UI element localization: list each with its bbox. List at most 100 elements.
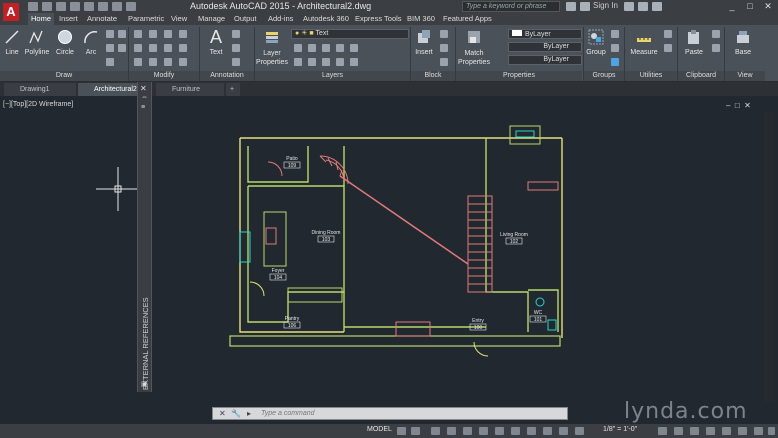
save-icon[interactable]	[56, 2, 66, 11]
workspace-switch-icon[interactable]	[658, 427, 667, 435]
layer-tool-4-icon[interactable]	[336, 44, 344, 52]
tab-manage[interactable]: Manage	[195, 13, 228, 25]
scale-icon[interactable]	[149, 58, 157, 66]
dimension-icon[interactable]	[232, 30, 240, 38]
undo-icon[interactable]	[98, 2, 108, 11]
units-icon[interactable]	[690, 427, 699, 435]
layer-tool-2-icon[interactable]	[308, 44, 316, 52]
panel-view-title[interactable]: View	[725, 71, 765, 81]
layer-tool-9-icon[interactable]	[336, 58, 344, 66]
object-snap-tracking-icon[interactable]	[495, 427, 504, 435]
clean-screen-icon[interactable]	[754, 427, 763, 435]
color-dropdown[interactable]: ByLayer	[508, 29, 582, 39]
workspace-icon[interactable]	[126, 2, 136, 11]
tab-express-tools[interactable]: Express Tools	[352, 13, 405, 25]
move-icon[interactable]	[134, 30, 142, 38]
layer-dropdown[interactable]: ● ☀ ■ Text	[291, 29, 409, 39]
arc-button-label[interactable]: Arc	[80, 49, 102, 56]
create-block-icon[interactable]	[440, 30, 448, 38]
paste-button-label[interactable]: Paste	[682, 49, 706, 56]
transparency-icon[interactable]	[543, 427, 552, 435]
palette-settings-icon[interactable]: ≡	[141, 104, 145, 111]
isolate-objects-icon[interactable]	[722, 427, 731, 435]
model-space-button[interactable]: MODEL	[367, 426, 392, 433]
palette-autohide-icon[interactable]: ⇔	[141, 94, 148, 101]
vertical-scrollbar[interactable]	[764, 112, 774, 402]
customization-icon[interactable]	[768, 427, 775, 435]
exchange-icon[interactable]	[624, 2, 634, 11]
snap-icon[interactable]	[411, 427, 420, 435]
tab-annotate[interactable]: Annotate	[84, 13, 120, 25]
group-button-label[interactable]: Group	[584, 49, 608, 56]
new-icon[interactable]	[28, 2, 38, 11]
layer-tool-5-icon[interactable]	[350, 44, 358, 52]
annotation-monitor-icon[interactable]	[674, 427, 683, 435]
rectangle-icon[interactable]	[106, 30, 114, 38]
file-tab-drawing1[interactable]: Drawing1	[4, 83, 76, 96]
layer-tool-7-icon[interactable]	[308, 58, 316, 66]
plot-icon[interactable]	[84, 2, 94, 11]
quick-properties-icon[interactable]	[706, 427, 715, 435]
save-as-icon[interactable]	[70, 2, 80, 11]
draw-more-icon[interactable]	[118, 30, 126, 38]
line-button-label[interactable]: Line	[2, 49, 22, 56]
minimize-button[interactable]: _	[724, 0, 740, 12]
open-icon[interactable]	[42, 2, 52, 11]
gradient-icon[interactable]	[106, 58, 114, 66]
close-command-icon[interactable]: ✕	[219, 409, 226, 418]
panel-properties-title[interactable]: Properties	[456, 71, 582, 81]
new-tab-button[interactable]: +	[226, 83, 240, 96]
hardware-acceleration-icon[interactable]	[738, 427, 747, 435]
hatch-icon[interactable]	[106, 44, 114, 52]
explode-icon[interactable]	[179, 44, 187, 52]
insert-block-icon[interactable]	[416, 29, 432, 45]
floor-plan-drawing[interactable]: Patio 109 Dining Room 103 Living Room 10…	[228, 122, 573, 360]
redo-icon[interactable]	[112, 2, 122, 11]
group-selection-icon[interactable]	[611, 58, 619, 66]
array-icon[interactable]	[164, 58, 172, 66]
tab-bim-360[interactable]: BIM 360	[404, 13, 438, 25]
layer-tool-10-icon[interactable]	[350, 58, 358, 66]
leader-icon[interactable]	[232, 44, 240, 52]
customize-icon[interactable]: 🔧	[231, 409, 241, 418]
table-icon[interactable]	[232, 58, 240, 66]
panel-modify-title[interactable]: Modify	[129, 71, 199, 81]
text-icon[interactable]: A	[206, 27, 226, 48]
lineweight-dropdown[interactable]: ByLayer	[508, 55, 582, 65]
copy-clip-icon[interactable]	[712, 44, 720, 52]
tab-add-ins[interactable]: Add-ins	[265, 13, 296, 25]
polyline-button-label[interactable]: Polyline	[22, 49, 52, 56]
panel-draw-title[interactable]: Draw	[0, 71, 128, 81]
match-properties-icon[interactable]	[466, 29, 482, 45]
viewport-window-controls[interactable]: – □ ✕	[726, 101, 751, 110]
match-properties-label[interactable]: Match Properties	[456, 49, 492, 67]
infer-icon[interactable]	[431, 427, 440, 435]
layer-tool-8-icon[interactable]	[322, 58, 330, 66]
copy-icon[interactable]	[134, 44, 142, 52]
circle-button-label[interactable]: Circle	[52, 49, 78, 56]
base-button-label[interactable]: Base	[731, 49, 755, 56]
help-icon[interactable]	[652, 2, 662, 11]
circle-icon[interactable]	[57, 29, 73, 45]
binoculars-icon[interactable]	[566, 2, 576, 11]
grid-icon[interactable]	[397, 427, 406, 435]
mirror-icon[interactable]	[149, 44, 157, 52]
close-button[interactable]: ✕	[760, 0, 776, 12]
application-menu-button[interactable]: A	[0, 0, 22, 26]
layer-properties-label[interactable]: Layer Properties	[256, 49, 288, 67]
command-line[interactable]: ✕ 🔧 ▸ Type a command	[212, 407, 568, 420]
selection-cycling-icon[interactable]	[559, 427, 568, 435]
line-icon[interactable]	[4, 29, 20, 45]
ungroup-icon[interactable]	[611, 30, 619, 38]
a360-icon[interactable]	[638, 2, 648, 11]
measure-button-label[interactable]: Measure	[628, 49, 660, 56]
osnap-icon[interactable]	[511, 427, 520, 435]
panel-groups-title[interactable]: Groups	[584, 71, 624, 81]
calculator-icon[interactable]	[664, 44, 672, 52]
layer-tool-1-icon[interactable]	[294, 44, 302, 52]
annotation-scale-button[interactable]: 1/8" = 1'-0"	[603, 426, 637, 433]
panel-clipboard-title[interactable]: Clipboard	[678, 71, 724, 81]
polyline-icon[interactable]	[28, 29, 44, 45]
tab-parametric[interactable]: Parametric	[125, 13, 167, 25]
group-icon[interactable]	[588, 29, 604, 45]
